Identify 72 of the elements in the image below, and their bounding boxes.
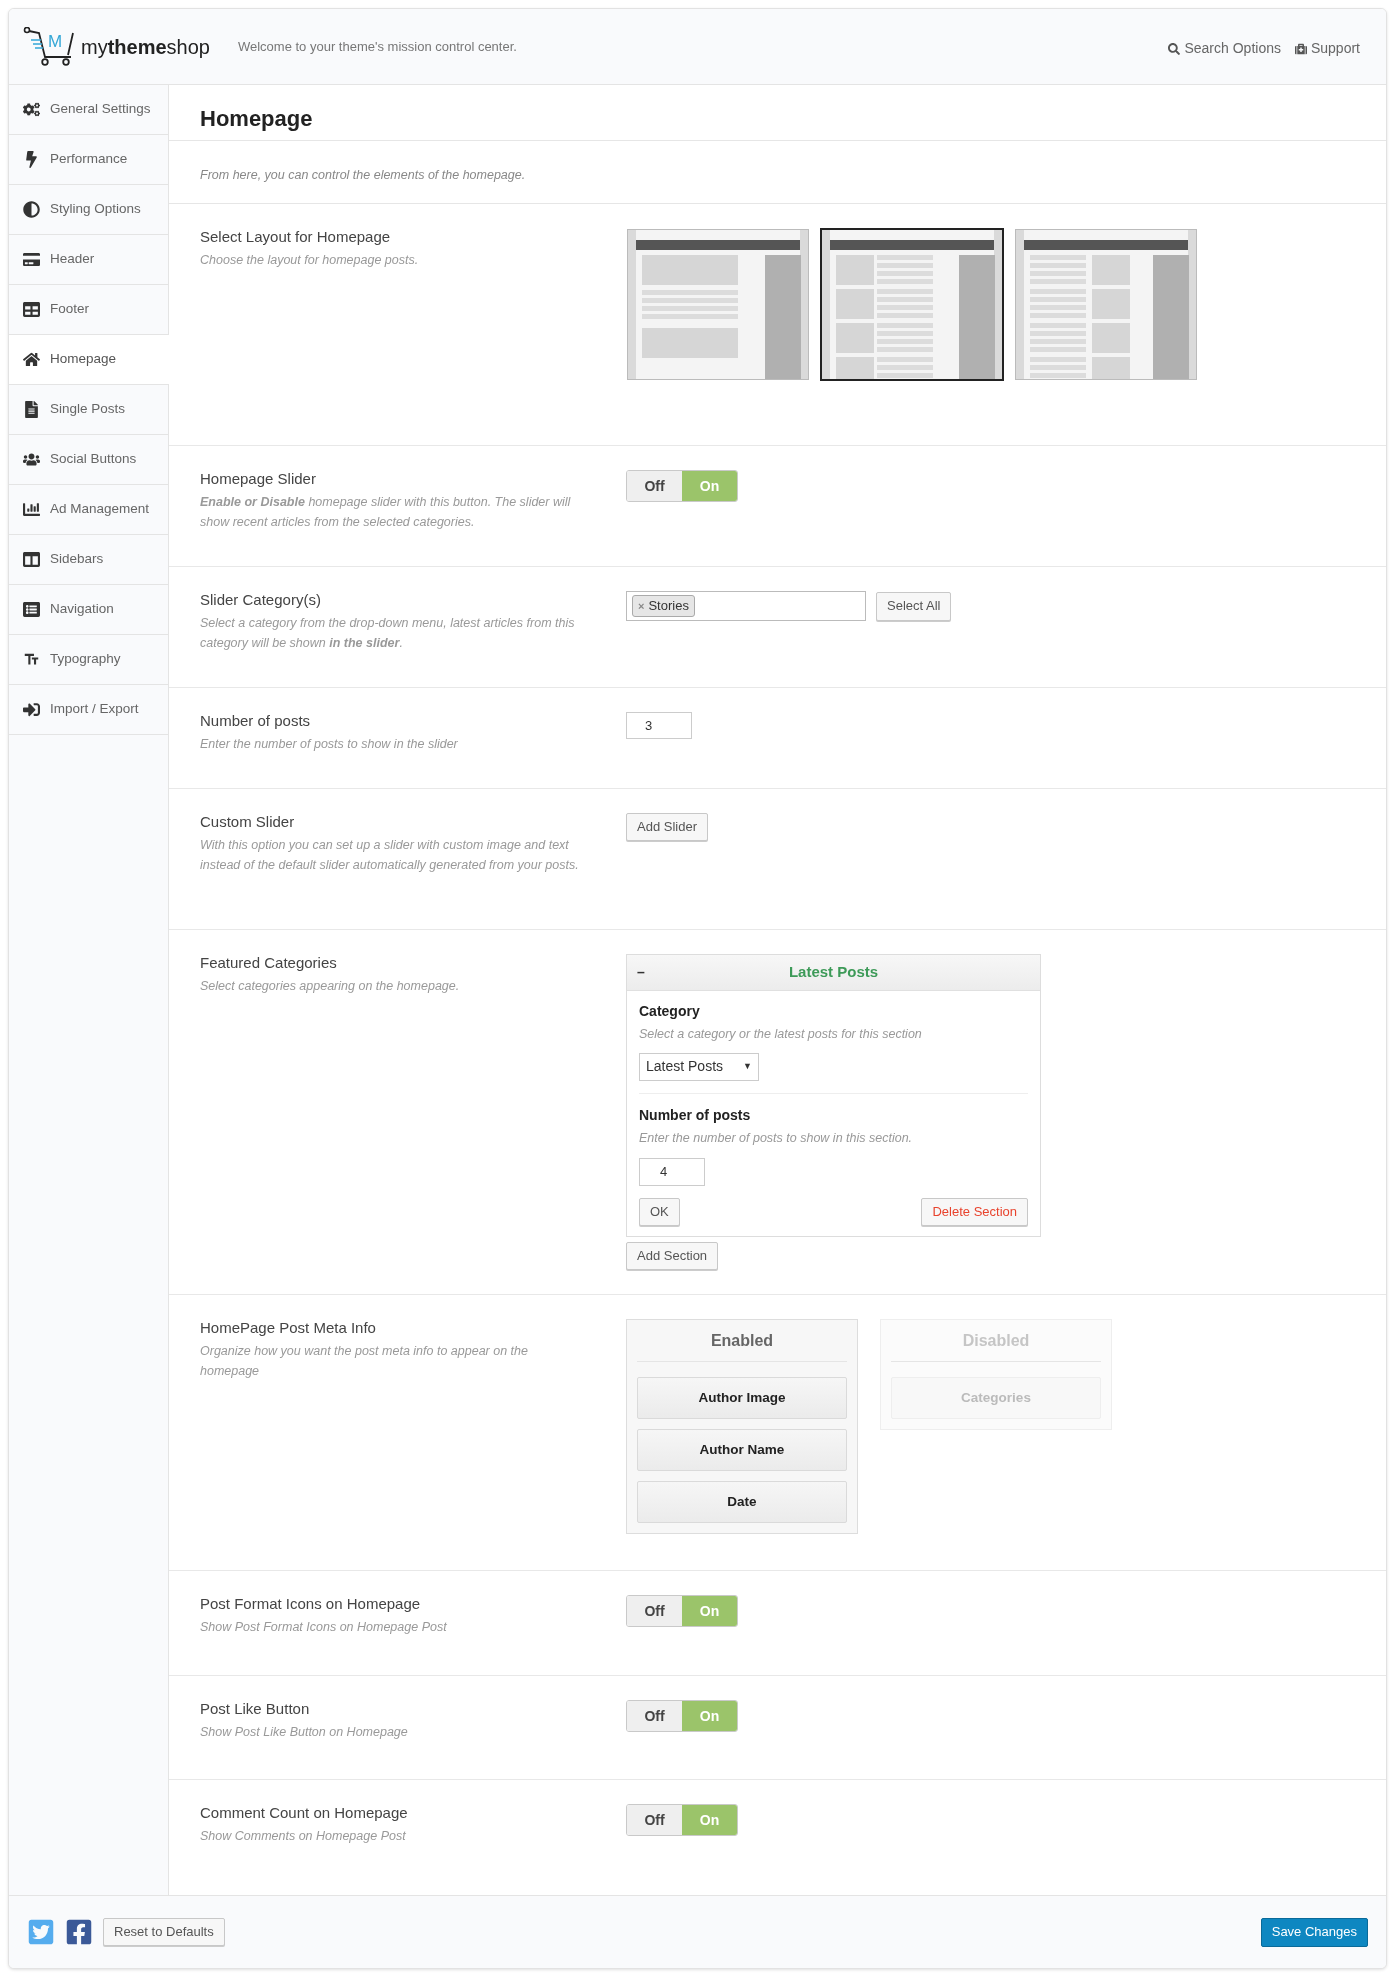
setting-description: Choose the layout for homepage posts. — [200, 251, 420, 269]
field-description: Enter the number of posts to show in this section. — [639, 1129, 914, 1147]
setting-description: Organize how you want the post meta info to appear on the homepage — [200, 1342, 529, 1380]
setting-description: Show Comments on Homepage Post — [200, 1827, 407, 1845]
layout-option[interactable] — [627, 229, 809, 380]
add-section-button[interactable]: Add Section — [626, 1241, 719, 1270]
meta-item[interactable]: Author Image — [637, 1377, 847, 1419]
setting-title: Slider Category(s) — [200, 590, 322, 610]
category-tag: × Stories — [632, 595, 695, 617]
toggle-switch[interactable]: Off On — [626, 1595, 738, 1627]
section-title: Latest Posts — [788, 962, 879, 983]
collapse-icon[interactable]: – — [637, 962, 645, 983]
setting-title: Post Format Icons on Homepage — [200, 1594, 422, 1614]
posts-count-input[interactable]: 4 — [639, 1157, 705, 1186]
select-all-button[interactable]: Select All — [876, 591, 952, 621]
caret-icon: ▼ — [743, 1060, 752, 1074]
sidebar-item[interactable]: Import / Export — [9, 685, 168, 735]
tagline: Welcome to your theme's mission control center. — [237, 37, 517, 56]
setting-title: Custom Slider — [200, 812, 296, 832]
toggle-switch[interactable]: Off On — [626, 1700, 738, 1732]
medkit-icon — [1294, 42, 1307, 55]
sidebar-item[interactable]: Styling Options — [9, 185, 168, 235]
ok-button[interactable]: OK — [639, 1197, 680, 1226]
reset-button[interactable]: Reset to Defaults — [103, 1918, 225, 1946]
setting-title: Featured Categories — [200, 953, 338, 973]
logo-text: mythemeshop — [81, 34, 210, 60]
setting-title: Number of posts — [200, 711, 312, 731]
setting-description: Select categories appearing on the homepage. — [200, 977, 461, 995]
meta-item[interactable]: Date — [637, 1481, 847, 1523]
sidebar-item[interactable]: Navigation — [9, 585, 168, 635]
sidebar-item[interactable]: Sidebars — [9, 535, 168, 585]
layout-option[interactable] — [820, 228, 1004, 381]
layout-option[interactable] — [1015, 229, 1197, 380]
search-icon — [1168, 42, 1181, 55]
toggle-switch[interactable]: Off On — [626, 1804, 738, 1836]
setting-title: Homepage Slider — [200, 469, 317, 489]
category-field[interactable]: × Stories — [626, 591, 866, 621]
category-select[interactable]: Latest Posts ▼ — [639, 1052, 759, 1081]
page-title: Homepage — [200, 105, 313, 133]
sidebar-item[interactable]: Social Buttons — [9, 435, 168, 485]
toggle-switch[interactable]: Off On — [626, 470, 738, 502]
support-link[interactable]: Support — [1294, 38, 1360, 59]
sidebar-item[interactable]: Header — [9, 235, 168, 285]
field-label: Number of posts — [639, 1105, 752, 1125]
setting-description: Select a category from the drop-down menu, latest articles from this category will be shown in the slider. — [200, 614, 576, 652]
setting-description: Enable or Disable homepage slider with this button. The slider will show recent articles from the selected categories. — [200, 493, 572, 531]
column-title: Enabled — [637, 1320, 847, 1362]
number-input[interactable]: 3 — [626, 712, 692, 739]
setting-description: With this option you can set up a slider with custom image and text instead of the default slider automatically generated from your posts. — [200, 836, 580, 874]
sidebar-item[interactable]: Homepage — [9, 335, 169, 385]
sidebar-item[interactable]: Ad Management — [9, 485, 168, 535]
setting-description: Show Post Like Button on Homepage — [200, 1723, 409, 1741]
sidebar-item[interactable]: Performance — [9, 135, 168, 185]
setting-title: Post Like Button — [200, 1699, 311, 1719]
setting-description: Show Post Format Icons on Homepage Post — [200, 1618, 448, 1636]
field-description: Select a category or the latest posts for this section — [639, 1026, 923, 1043]
sidebar-item[interactable]: General Settings — [9, 85, 168, 135]
delete-section-button[interactable]: Delete Section — [921, 1197, 1028, 1226]
search-link[interactable]: Search Options — [1168, 38, 1281, 59]
setting-title: Select Layout for Homepage — [200, 227, 392, 247]
facebook-icon[interactable] — [65, 1918, 93, 1946]
setting-title: Comment Count on Homepage — [200, 1803, 409, 1823]
field-label: Category — [639, 1002, 701, 1021]
logo-letter: M — [48, 30, 63, 53]
meta-item[interactable]: Author Name — [637, 1429, 847, 1471]
sidebar-item[interactable]: Single Posts — [9, 385, 168, 435]
save-button[interactable]: Save Changes — [1260, 1917, 1368, 1947]
setting-description: Enter the number of posts to show in the slider — [200, 735, 459, 753]
add-slider-button[interactable]: Add Slider — [626, 813, 708, 841]
sidebar-item[interactable]: Typography — [9, 635, 168, 685]
page-intro: From here, you can control the elements of the homepage. — [200, 166, 526, 184]
setting-title: HomePage Post Meta Info — [200, 1318, 377, 1338]
